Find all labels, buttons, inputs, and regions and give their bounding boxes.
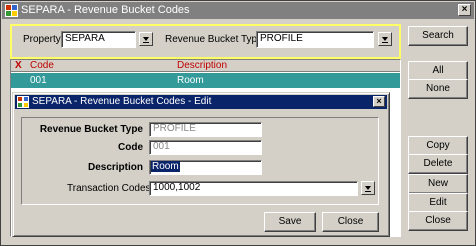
chevron-down-icon [382,37,388,43]
edit-dialog: SEPARA - Revenue Bucket Codes - Edit × R… [12,92,390,237]
all-button[interactable]: All [408,61,468,81]
app-icon [17,96,29,108]
none-button[interactable]: None [408,79,468,99]
dialog-close-button[interactable]: Close [322,212,379,232]
property-field[interactable]: SEPARA [61,31,136,48]
grid-header-x[interactable]: X [15,60,22,72]
chevron-down-icon [143,37,149,43]
description-field[interactable]: Room [149,160,262,175]
close-icon: × [376,96,382,106]
app-icon [5,4,18,17]
window-close-button[interactable]: × [458,4,471,16]
edit-button[interactable]: Edit [408,193,468,213]
description-label: Description [87,162,143,173]
delete-button[interactable]: Delete [408,154,468,174]
grid-header-description[interactable]: Description [177,60,227,72]
transaction-codes-field[interactable]: 1000,1002 [149,181,358,196]
revenue-bucket-type-label: Revenue Bucket Type [39,124,143,135]
filter-panel: Property SEPARA Revenue Bucket Type PROF… [10,24,401,59]
search-button[interactable]: Search [408,26,468,46]
close-icon: × [461,4,468,15]
transaction-codes-dropdown-button[interactable] [361,181,375,195]
grid-header-code[interactable]: Code [30,60,54,72]
dialog-close-x-button[interactable]: × [373,96,385,107]
row-description: Room [177,75,204,86]
description-selected-text: Room [151,161,180,172]
row-code: 001 [30,75,47,86]
code-label: Code [118,142,143,153]
table-row[interactable]: 001 Room [11,73,400,88]
revenue-bucket-type-field: PROFILE [149,122,262,137]
dialog-titlebar[interactable]: SEPARA - Revenue Bucket Codes - Edit × [15,95,387,109]
main-window: SEPARA - Revenue Bucket Codes × Property… [0,0,476,246]
close-button[interactable]: Close [408,211,468,231]
new-button[interactable]: New [408,174,468,194]
dialog-title: SEPARA - Revenue Bucket Codes - Edit [32,96,212,107]
dialog-save-button[interactable]: Save [264,212,316,232]
chevron-down-icon [365,186,371,192]
property-label: Property [23,34,61,45]
bucket-type-label: Revenue Bucket Type [165,34,263,45]
code-field: 001 [149,140,262,155]
copy-button[interactable]: Copy [408,136,468,156]
bucket-type-dropdown-button[interactable] [378,32,392,46]
window-title: SEPARA - Revenue Bucket Codes [21,4,190,16]
bucket-type-field[interactable]: PROFILE [256,31,374,48]
grid-header: X Code Description [11,60,400,72]
transaction-codes-label: Transaction Codes [67,183,151,194]
window-titlebar[interactable]: SEPARA - Revenue Bucket Codes × [2,2,474,19]
property-dropdown-button[interactable] [139,32,153,46]
